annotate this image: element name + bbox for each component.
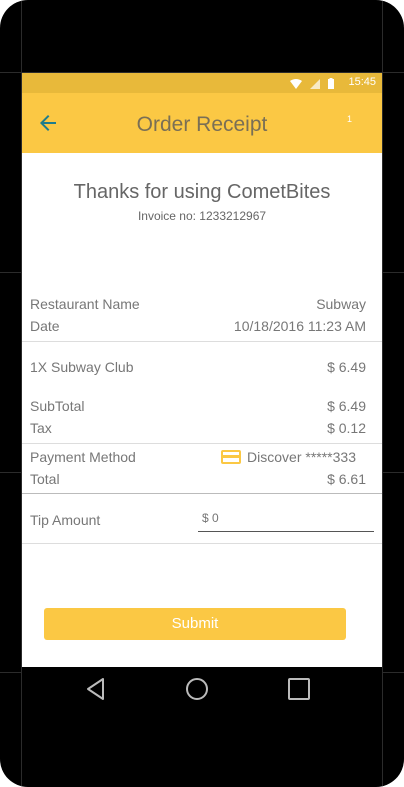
subtotal-label: SubTotal — [30, 398, 85, 414]
total-label: Total — [30, 471, 60, 487]
tax-label: Tax — [30, 420, 52, 436]
phone-frame: 15:45 Order Receipt 1 Thanks for using C… — [0, 0, 404, 787]
credit-card-icon — [221, 450, 242, 464]
payment-method: Discover *****333 — [221, 449, 356, 465]
divider — [22, 543, 382, 544]
payment-label: Payment Method — [30, 449, 136, 465]
divider — [22, 341, 382, 342]
nav-home-icon[interactable] — [184, 676, 210, 702]
status-time: 15:45 — [348, 76, 376, 88]
screen: 15:45 Order Receipt 1 Thanks for using C… — [22, 73, 382, 667]
payment-value: Discover *****333 — [247, 449, 356, 465]
tip-amount-input[interactable] — [198, 504, 374, 532]
divider — [22, 493, 382, 494]
restaurant-label: Restaurant Name — [30, 296, 140, 312]
submit-button[interactable]: Submit — [44, 608, 346, 640]
date-label: Date — [30, 318, 60, 334]
status-bar: 15:45 — [22, 73, 382, 93]
signal-icon — [310, 78, 320, 89]
tip-label: Tip Amount — [30, 512, 101, 528]
date-row: Date 10/18/2016 11:23 AM — [30, 316, 366, 336]
wifi-icon — [290, 78, 302, 89]
restaurant-row: Restaurant Name Subway — [30, 294, 366, 314]
frame-line — [382, 0, 383, 787]
nav-back-icon[interactable] — [83, 676, 109, 702]
tax-row: Tax $ 0.12 — [30, 418, 366, 438]
app-bar: Order Receipt 1 — [22, 93, 382, 153]
payment-row: Payment Method Discover *****333 — [30, 447, 356, 467]
item-row: 1X Subway Club $ 6.49 — [30, 357, 366, 377]
nav-bar — [22, 667, 382, 711]
divider — [22, 443, 382, 444]
item-price: $ 6.49 — [327, 359, 366, 375]
thanks-heading: Thanks for using CometBites — [73, 181, 331, 203]
total-row: Total $ 6.61 — [30, 469, 366, 489]
total-value: $ 6.61 — [327, 471, 366, 487]
item-label: 1X Subway Club — [30, 359, 134, 375]
nav-recents-icon[interactable] — [286, 676, 312, 702]
status-icons — [290, 78, 334, 89]
subtotal-row: SubTotal $ 6.49 — [30, 396, 366, 416]
tax-value: $ 0.12 — [327, 420, 366, 436]
invoice-number: Invoice no: 1233212967 — [137, 209, 267, 223]
battery-icon — [328, 78, 334, 89]
notification-badge: 1 — [346, 114, 352, 124]
restaurant-value: Subway — [316, 296, 366, 312]
subtotal-value: $ 6.49 — [327, 398, 366, 414]
page-title: Order Receipt — [136, 113, 268, 136]
date-value: 10/18/2016 11:23 AM — [233, 318, 366, 334]
